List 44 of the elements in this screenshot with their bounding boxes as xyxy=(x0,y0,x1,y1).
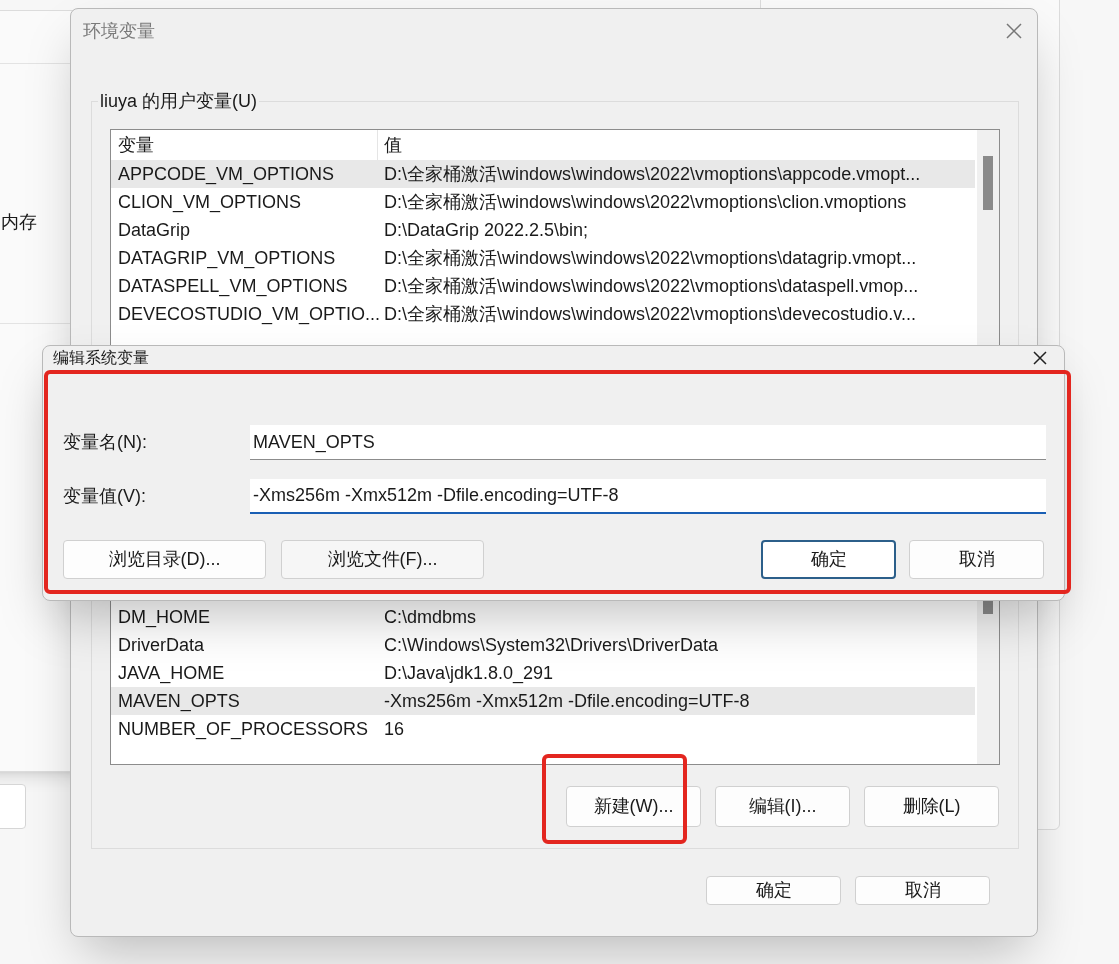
input-field[interactable]: -Xms256m -Xmx512m -Dfile.encoding=UTF-8 xyxy=(250,479,1046,514)
dialog-title: 编辑系统变量 xyxy=(53,348,149,368)
window-title: 环境变量 xyxy=(83,19,155,43)
dialog-button[interactable]: 确定 xyxy=(761,540,896,579)
variable-name: DEVECOSTUDIO_VM_OPTIO... xyxy=(117,302,378,327)
group-label: liuya 的用户变量(U) xyxy=(98,88,259,114)
variable-value: D:\全家桶激活\windows\windows\2022\vmoptions\dataspell.vmop... xyxy=(383,274,920,298)
list-row[interactable]: MAVEN_OPTS -Xms256m -Xmx512m -Dfile.encoding=UTF-8 xyxy=(111,687,975,715)
variable-name: DM_HOME xyxy=(117,605,211,630)
variable-value: 16 xyxy=(383,717,406,741)
dialog-button[interactable]: 取消 xyxy=(909,540,1044,579)
column-header[interactable]: 值 xyxy=(378,130,975,160)
variable-value: C:\Windows\System32\Drivers\DriverData xyxy=(383,633,720,657)
variable-name: DriverData xyxy=(117,633,206,657)
variable-value: D:\全家桶激活\windows\windows\2022\vmoptions\datagrip.vmopt... xyxy=(383,246,918,270)
variable-name: DATASPELL_VM_OPTIONS xyxy=(117,274,349,299)
window-text: 内存 xyxy=(1,211,37,234)
variable-name: DataGrip xyxy=(117,218,192,242)
variable-name: CLION_VM_OPTIONS xyxy=(117,190,303,215)
dialog-button[interactable]: 确定 xyxy=(706,876,841,905)
scrollbar-thumb[interactable] xyxy=(983,156,993,210)
variable-name: JAVA_HOME xyxy=(117,661,226,686)
dialog-button[interactable]: 浏览文件(F)... xyxy=(281,540,484,579)
dialog-button[interactable]: 取消 xyxy=(855,876,990,905)
dialog-button[interactable]: 编辑(I)... xyxy=(715,786,850,827)
variable-name: DATAGRIP_VM_OPTIONS xyxy=(117,246,337,271)
dialog-button[interactable]: 删除(L) xyxy=(864,786,999,827)
variable-value: -Xms256m -Xmx512m -Dfile.encoding=UTF-8 xyxy=(383,689,751,713)
variable-name: MAVEN_OPTS xyxy=(117,689,241,714)
variable-value: D:\全家桶激活\windows\windows\2022\vmoptions\devecostudio.v... xyxy=(383,302,917,326)
field-label: 变量值(V): xyxy=(63,485,147,508)
variable-name: APPCODE_VM_OPTIONS xyxy=(117,162,336,187)
field-label: 变量名(N): xyxy=(63,431,148,454)
list-row[interactable]: APPCODE_VM_OPTIONS D:\全家桶激活\windows\windows\2022\vmoptions\appcode.vmopt... xyxy=(111,160,975,188)
variable-value: D:\全家桶激活\windows\windows\2022\vmoptions\appcode.vmopt... xyxy=(383,162,922,186)
variable-value: D:\DataGrip 2022.2.5\bin; xyxy=(383,218,590,242)
close-icon[interactable] xyxy=(1032,350,1048,366)
input-field[interactable]: MAVEN_OPTS xyxy=(250,425,1046,460)
dialog-button[interactable]: 新建(W)... xyxy=(566,786,701,827)
dialog-button[interactable]: 浏览目录(D)... xyxy=(63,540,266,579)
variable-value: C:\dmdbms xyxy=(383,605,478,629)
variable-value: D:\Java\jdk1.8.0_291 xyxy=(383,661,555,686)
variable-name: NUMBER_OF_PROCESSORS xyxy=(117,717,370,742)
variable-value: D:\全家桶激活\windows\windows\2022\vmoptions\clion.vmoptions xyxy=(383,190,908,214)
